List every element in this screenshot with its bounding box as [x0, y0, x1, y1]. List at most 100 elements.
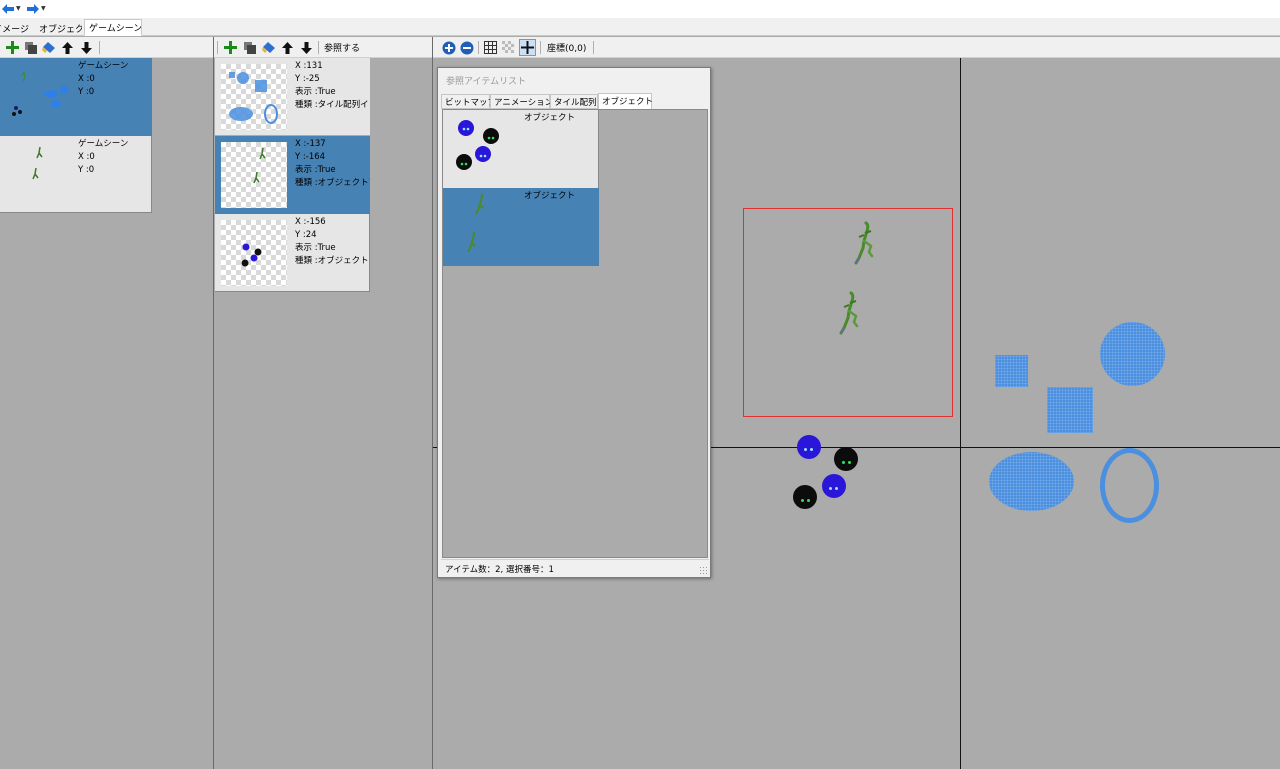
item-display: 表示 :True: [295, 243, 336, 253]
panel-divider[interactable]: [213, 37, 214, 769]
toolbar-separator: [217, 41, 218, 54]
item-name: ゲームシーン: [78, 61, 129, 71]
object-preview: [467, 193, 484, 253]
tile-square[interactable]: [1047, 387, 1093, 433]
item-thumbnail: [221, 142, 287, 208]
tile-array-preview: [229, 72, 278, 124]
forward-dropdown-icon[interactable]: ▼: [41, 5, 46, 12]
zoom-out-button[interactable]: [458, 39, 475, 56]
list-item[interactable]: X :-156 Y :24 表示 :True 種類 :オブジェクトア: [215, 214, 370, 292]
dialog-status-bar: アイテム数：2, 選択番号：1: [441, 559, 709, 576]
list-item[interactable]: X :-137 Y :-164 表示 :True 種類 :オブジェクトア: [215, 136, 370, 214]
item-x: X :0: [78, 74, 95, 84]
tab-object[interactable]: オブジェクト: [34, 20, 83, 36]
item-x: X :-156: [295, 217, 326, 227]
grid-toggle-button[interactable]: [482, 39, 499, 56]
erase-button[interactable]: [40, 39, 57, 56]
add-button[interactable]: [222, 39, 239, 56]
list-item[interactable]: ゲームシーン X :0 Y :0: [0, 136, 152, 213]
move-down-button[interactable]: [78, 39, 95, 56]
object-preview: [253, 147, 266, 184]
item-x: X :131: [295, 61, 323, 71]
item-y: Y :24: [295, 230, 317, 240]
arrow-down-icon: [301, 41, 312, 54]
erase-button[interactable]: [260, 39, 277, 56]
list-item[interactable]: ゲームシーン X :0 Y :0: [0, 58, 152, 136]
item-thumbnail: [221, 220, 287, 286]
black-ball-sprite[interactable]: [793, 485, 817, 509]
move-up-button[interactable]: [279, 39, 296, 56]
item-x: X :0: [78, 152, 95, 162]
crosshair-icon: [521, 41, 534, 54]
item-kind: 種類 :オブジェクトア: [295, 256, 370, 266]
canvas-toolbar: 座標(0,0): [433, 37, 1280, 58]
move-down-button[interactable]: [298, 39, 315, 56]
add-button[interactable]: [4, 39, 21, 56]
item-kind: 種類 :オブジェクトア: [295, 178, 370, 188]
arrow-up-icon: [282, 41, 293, 54]
back-button[interactable]: ▼: [2, 1, 21, 16]
lizard-sprite[interactable]: [836, 291, 862, 337]
list-item[interactable]: オブジェクト: [443, 188, 599, 266]
scene-thumbnail: [32, 146, 43, 180]
list-item[interactable]: X :131 Y :-25 表示 :True 種類 :タイル配列イ: [215, 58, 370, 135]
list-item[interactable]: オブジェクト: [443, 110, 599, 188]
tab-tile-array[interactable]: タイル配列: [550, 94, 598, 109]
item-label: オブジェクト: [524, 113, 576, 123]
transparency-toggle-button[interactable]: [500, 39, 517, 56]
forward-button[interactable]: ▼: [27, 1, 46, 16]
tab-game-scene[interactable]: ゲームシーン: [84, 19, 142, 36]
arrow-left-icon: [2, 3, 14, 14]
tile-circle[interactable]: [1100, 322, 1165, 386]
back-dropdown-icon[interactable]: ▼: [16, 5, 21, 12]
coordinate-readout: 座標(0,0): [547, 44, 587, 54]
item-kind: 種類 :タイル配列イ: [295, 100, 369, 110]
item-y: Y :-25: [295, 74, 320, 84]
item-x: X :-137: [295, 139, 326, 149]
y-axis-line: [960, 58, 961, 769]
middle-panel-toolbar: 参照する: [214, 37, 432, 58]
toolbar-separator: [99, 41, 100, 54]
eye: [810, 448, 813, 451]
toolbar-separator: [478, 41, 479, 54]
eye: [829, 487, 832, 490]
tab-image[interactable]: イメージ: [0, 20, 33, 36]
checker-icon: [502, 41, 515, 54]
plus-icon: [6, 41, 19, 54]
blue-ball-sprite[interactable]: [797, 435, 821, 459]
copy-button[interactable]: [241, 39, 258, 56]
dialog-item-list: オブジェクト オブジェクト: [442, 109, 708, 558]
scene-thumbnail: [12, 70, 68, 116]
tile-square[interactable]: [995, 355, 1028, 387]
eye: [807, 499, 810, 502]
zoom-in-icon: [442, 41, 455, 54]
tile-ring[interactable]: [1100, 448, 1159, 523]
item-y: Y :-164: [295, 152, 326, 162]
tile-ellipse[interactable]: [989, 452, 1074, 511]
arrow-up-icon: [62, 41, 73, 54]
main-tab-strip: イメージ オブジェクト ゲームシーン: [0, 18, 1280, 36]
tab-object[interactable]: オブジェクト: [598, 93, 653, 110]
black-ball-sprite[interactable]: [834, 447, 858, 471]
toolbar-separator: [540, 41, 541, 54]
move-up-button[interactable]: [59, 39, 76, 56]
crosshair-toggle-button[interactable]: [519, 39, 536, 56]
reference-item-list-dialog: 参照アイテムリスト ビットマップ アニメーション タイル配列 オブジェクト オブ…: [437, 67, 711, 578]
tab-bitmap[interactable]: ビットマップ: [441, 94, 496, 109]
status-text: アイテム数：2, 選択番号：1: [445, 565, 554, 575]
copy-button[interactable]: [22, 39, 39, 56]
navigation-bar: ▼ ▼: [0, 0, 1280, 18]
zoom-in-button[interactable]: [440, 39, 457, 56]
item-display: 表示 :True: [295, 87, 336, 97]
reference-button[interactable]: 参照する: [324, 41, 360, 54]
plus-icon: [224, 41, 237, 54]
copy-icon: [24, 41, 37, 54]
lizard-sprite[interactable]: [851, 221, 877, 267]
item-y: Y :0: [78, 87, 95, 97]
item-name: ゲームシーン: [78, 139, 129, 149]
blue-ball-sprite[interactable]: [822, 474, 846, 498]
toolbar-separator: [593, 41, 594, 54]
zoom-out-icon: [460, 41, 473, 54]
tab-animation[interactable]: アニメーション: [490, 94, 553, 109]
resize-grip-icon[interactable]: [699, 566, 707, 574]
